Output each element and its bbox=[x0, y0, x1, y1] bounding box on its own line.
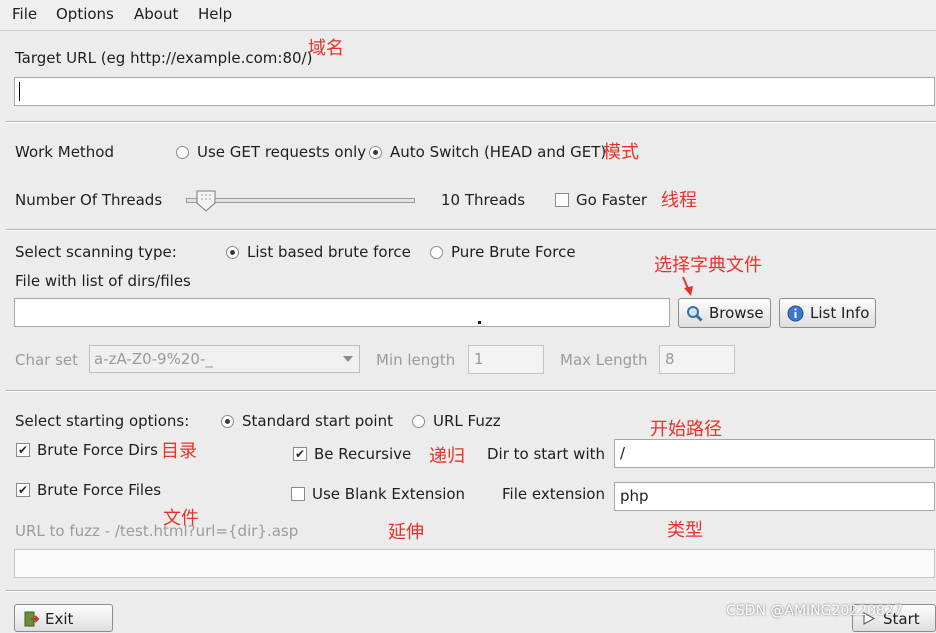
blank-extension-checkbox[interactable] bbox=[291, 487, 305, 501]
menu-file[interactable]: File bbox=[12, 5, 37, 23]
separator bbox=[6, 390, 936, 392]
threads-value: 10 Threads bbox=[441, 191, 526, 209]
annotation-threads: 线程 bbox=[661, 190, 697, 211]
annotation-mode: 模式 bbox=[603, 142, 639, 163]
dot-mark bbox=[478, 321, 481, 324]
radio-auto-switch[interactable] bbox=[369, 146, 382, 159]
magnifier-icon bbox=[687, 306, 703, 322]
radio-url-fuzz[interactable] bbox=[412, 415, 425, 428]
watermark: CSDN @AMING20220827 bbox=[726, 603, 903, 619]
threads-label: Number Of Threads bbox=[15, 191, 163, 209]
annotation-type: 类型 bbox=[667, 520, 703, 541]
annotation-start-path: 开始路径 bbox=[650, 419, 722, 440]
threads-slider-thumb[interactable] bbox=[196, 190, 216, 212]
text-cursor bbox=[19, 82, 20, 101]
max-length-label: Max Length bbox=[560, 351, 648, 369]
menu-options[interactable]: Options bbox=[56, 5, 114, 23]
radio-url-fuzz-label: URL Fuzz bbox=[433, 412, 501, 430]
work-method-label: Work Method bbox=[15, 143, 115, 161]
threads-slider-track[interactable] bbox=[186, 198, 415, 203]
menu-about[interactable]: About bbox=[134, 5, 178, 23]
separator bbox=[6, 121, 936, 123]
blank-extension-label: Use Blank Extension bbox=[312, 485, 466, 503]
radio-auto-switch-label: Auto Switch (HEAD and GET) bbox=[390, 143, 607, 161]
file-extension-label: File extension bbox=[502, 485, 605, 503]
info-icon bbox=[787, 305, 804, 322]
annotation-dirs: 目录 bbox=[161, 441, 197, 462]
browse-button-label: Browse bbox=[709, 304, 764, 322]
list-info-button-label: List Info bbox=[810, 304, 870, 322]
go-faster-label: Go Faster bbox=[576, 191, 648, 209]
target-url-label: Target URL (eg http://example.com:80/) bbox=[15, 49, 313, 67]
recursive-label: Be Recursive bbox=[314, 445, 412, 463]
menu-bar: File Options About Help bbox=[0, 0, 936, 31]
charset-label: Char set bbox=[15, 351, 79, 369]
brute-dirs-label: Brute Force Dirs bbox=[37, 441, 158, 459]
exit-button-label: Exit bbox=[45, 610, 74, 628]
target-url-input[interactable] bbox=[14, 77, 935, 106]
separator bbox=[6, 229, 936, 231]
url-fuzz-label: URL to fuzz - /test.html?url={dir}.asp bbox=[15, 522, 299, 540]
start-options-label: Select starting options: bbox=[15, 412, 190, 430]
radio-standard-start-label: Standard start point bbox=[242, 412, 393, 430]
radio-standard-start[interactable] bbox=[221, 415, 234, 428]
brute-files-label: Brute Force Files bbox=[37, 481, 162, 499]
charset-value: a-zA-Z0-9%20-_ bbox=[94, 350, 213, 368]
file-list-label: File with list of dirs/files bbox=[15, 272, 191, 290]
min-length-input[interactable]: 1 bbox=[468, 345, 544, 374]
annotation-choose-dict: 选择字典文件 bbox=[654, 255, 762, 276]
annotation-domain: 域名 bbox=[308, 38, 344, 59]
radio-get-only[interactable] bbox=[176, 146, 189, 159]
annotation-extension: 延伸 bbox=[388, 522, 424, 543]
radio-list-based[interactable] bbox=[226, 246, 239, 259]
list-info-button[interactable]: List Info bbox=[779, 298, 876, 328]
dir-start-input[interactable]: / bbox=[614, 439, 935, 468]
file-extension-input[interactable]: php bbox=[614, 482, 935, 511]
radio-pure-brute[interactable] bbox=[430, 246, 443, 259]
radio-pure-brute-label: Pure Brute Force bbox=[451, 243, 576, 261]
separator bbox=[6, 590, 936, 592]
dir-start-label: Dir to start with bbox=[487, 445, 606, 463]
chevron-down-icon bbox=[343, 356, 353, 362]
url-fuzz-input[interactable] bbox=[14, 549, 935, 578]
annotation-recursive: 递归 bbox=[429, 446, 465, 467]
file-list-input[interactable] bbox=[14, 298, 670, 327]
browse-button[interactable]: Browse bbox=[678, 298, 771, 328]
radio-get-only-label: Use GET requests only bbox=[197, 143, 367, 161]
min-length-label: Min length bbox=[376, 351, 456, 369]
exit-door-icon bbox=[24, 611, 39, 627]
scan-type-label: Select scanning type: bbox=[15, 243, 177, 261]
menu-help[interactable]: Help bbox=[198, 5, 232, 23]
max-length-input[interactable]: 8 bbox=[659, 345, 735, 374]
brute-dirs-checkbox[interactable]: ✔ bbox=[16, 443, 30, 457]
charset-select[interactable]: a-zA-Z0-9%20-_ bbox=[89, 345, 360, 373]
brute-files-checkbox[interactable]: ✔ bbox=[16, 483, 30, 497]
annotation-arrow-icon bbox=[682, 276, 693, 296]
radio-list-based-label: List based brute force bbox=[247, 243, 411, 261]
recursive-checkbox[interactable]: ✔ bbox=[293, 447, 307, 461]
go-faster-checkbox[interactable] bbox=[555, 193, 569, 207]
